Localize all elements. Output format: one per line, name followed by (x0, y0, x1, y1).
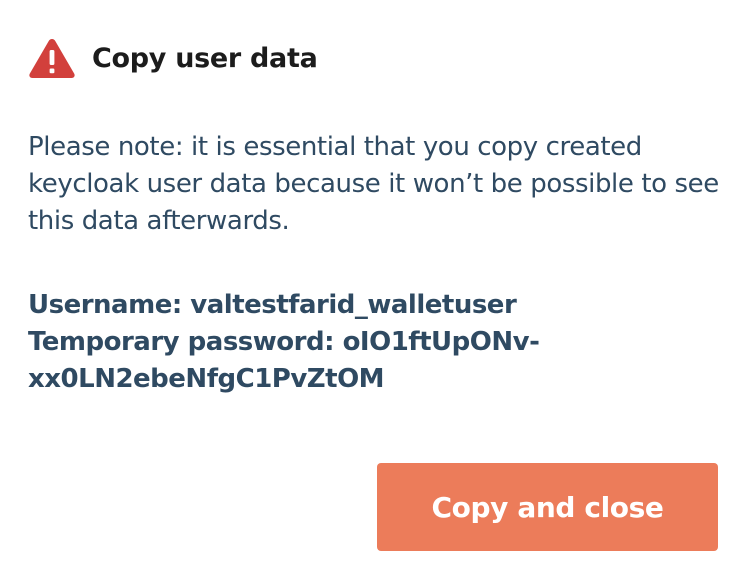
password-value-part1: oIO1ftUpONv- (342, 327, 540, 357)
copy-user-data-dialog: Copy user data Please note: it is essent… (0, 0, 742, 580)
copy-and-close-button[interactable]: Copy and close (377, 463, 718, 551)
credentials-block: Username: valtestfarid_walletuser Tempor… (28, 287, 728, 398)
warning-triangle-icon (29, 39, 75, 78)
dialog-note: Please note: it is essential that you co… (28, 132, 719, 236)
dialog-title: Copy user data (92, 42, 318, 74)
password-label: Temporary password: (28, 327, 335, 357)
username-value: valtestfarid_walletuser (190, 290, 517, 320)
username-line: Username: valtestfarid_walletuser (28, 287, 728, 324)
dialog-header: Copy user data (28, 36, 318, 80)
username-label: Username: (28, 290, 182, 320)
password-line: Temporary password: oIO1ftUpONv- xx0LN2e… (28, 324, 728, 398)
password-value-part2: xx0LN2ebeNfgC1PvZtOM (28, 364, 385, 394)
